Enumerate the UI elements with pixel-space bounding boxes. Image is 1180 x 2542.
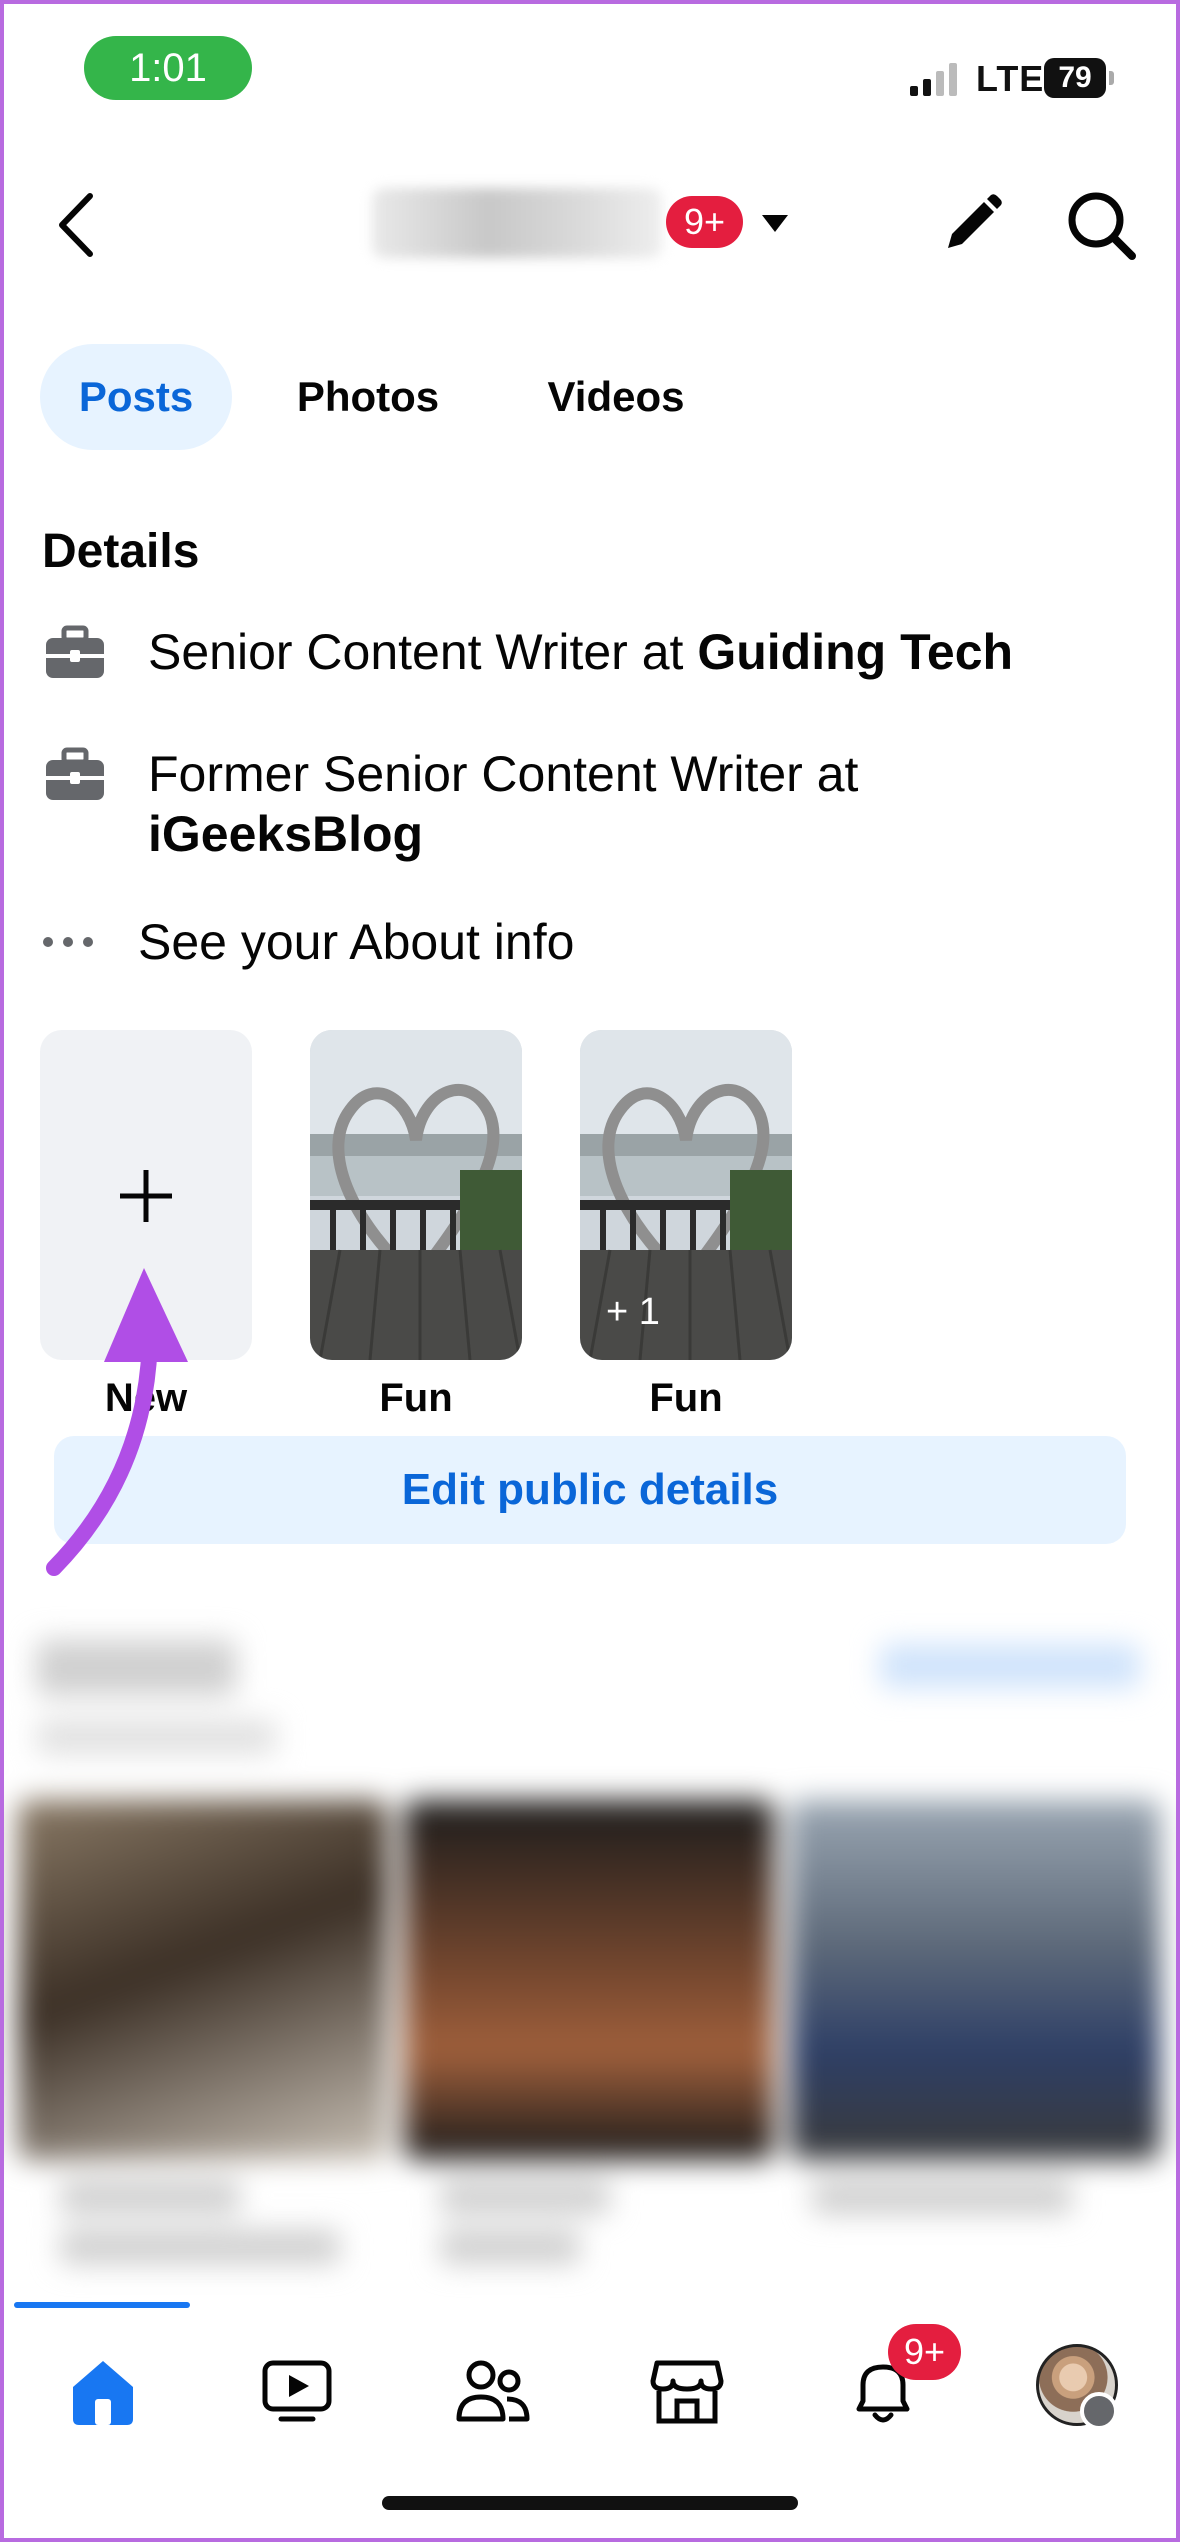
- more-dots-icon: [42, 912, 98, 972]
- account-notification-badge: 9+: [666, 196, 744, 248]
- marketplace-icon: [650, 2360, 724, 2424]
- signal-icon: [910, 63, 957, 96]
- detail-work-current-company: Guiding Tech: [697, 624, 1014, 680]
- highlight-fun-2[interactable]: + 1: [580, 1030, 792, 1360]
- menu-icon[interactable]: [1080, 2392, 1118, 2430]
- tab-photos[interactable]: Photos: [268, 344, 468, 450]
- status-time: 1:01: [84, 36, 252, 100]
- pencil-icon[interactable]: [940, 192, 1004, 256]
- tab-videos[interactable]: Videos: [520, 344, 712, 450]
- details-heading: Details: [42, 525, 200, 578]
- marketplace-tab[interactable]: [632, 2336, 742, 2446]
- video-icon: [262, 2360, 332, 2422]
- edit-public-details-button[interactable]: Edit public details: [54, 1436, 1126, 1544]
- see-about-info-label: See your About info: [138, 914, 575, 970]
- see-about-info-link[interactable]: See your About info: [42, 912, 574, 972]
- home-tab[interactable]: [48, 2336, 158, 2446]
- highlight-label-fun-2: Fun: [649, 1376, 723, 1420]
- briefcase-icon: [46, 625, 104, 678]
- chevron-down-icon[interactable]: [760, 212, 790, 234]
- network-label: LTE: [976, 58, 1045, 99]
- briefcase-icon: [46, 747, 104, 800]
- detail-work-former-text: Former Senior Content Writer at: [148, 746, 859, 802]
- detail-work-former-company: iGeeksBlog: [148, 806, 424, 862]
- friends-icon: [456, 2360, 530, 2422]
- plus-icon: [120, 1170, 172, 1222]
- highlight-fun-1[interactable]: [310, 1030, 522, 1360]
- friends-tab[interactable]: [438, 2336, 548, 2446]
- home-indicator: [382, 2496, 798, 2510]
- detail-work-current[interactable]: Senior Content Writer at Guiding Tech: [42, 622, 1108, 682]
- detail-work-former[interactable]: Former Senior Content Writer at iGeeksBl…: [42, 744, 968, 864]
- highlight-thumbnail: [310, 1030, 522, 1360]
- home-icon: [73, 2361, 133, 2425]
- back-arrow-icon[interactable]: [50, 190, 104, 260]
- detail-work-current-text: Senior Content Writer at: [148, 624, 698, 680]
- section-underline: [14, 2302, 190, 2308]
- friends-section-blurred: [0, 1620, 1180, 2320]
- profile-name-blurred[interactable]: [372, 188, 662, 258]
- highlight-label-new: New: [104, 1376, 188, 1420]
- tab-posts[interactable]: Posts: [40, 344, 232, 450]
- highlight-extra-count: + 1: [606, 1291, 660, 1333]
- highlight-label-fun-1: Fun: [379, 1376, 453, 1420]
- battery-icon: 79: [1044, 58, 1114, 98]
- video-tab[interactable]: [242, 2336, 352, 2446]
- search-icon[interactable]: [1064, 188, 1138, 262]
- new-highlight-button[interactable]: [40, 1030, 252, 1360]
- notifications-badge: 9+: [888, 2324, 962, 2380]
